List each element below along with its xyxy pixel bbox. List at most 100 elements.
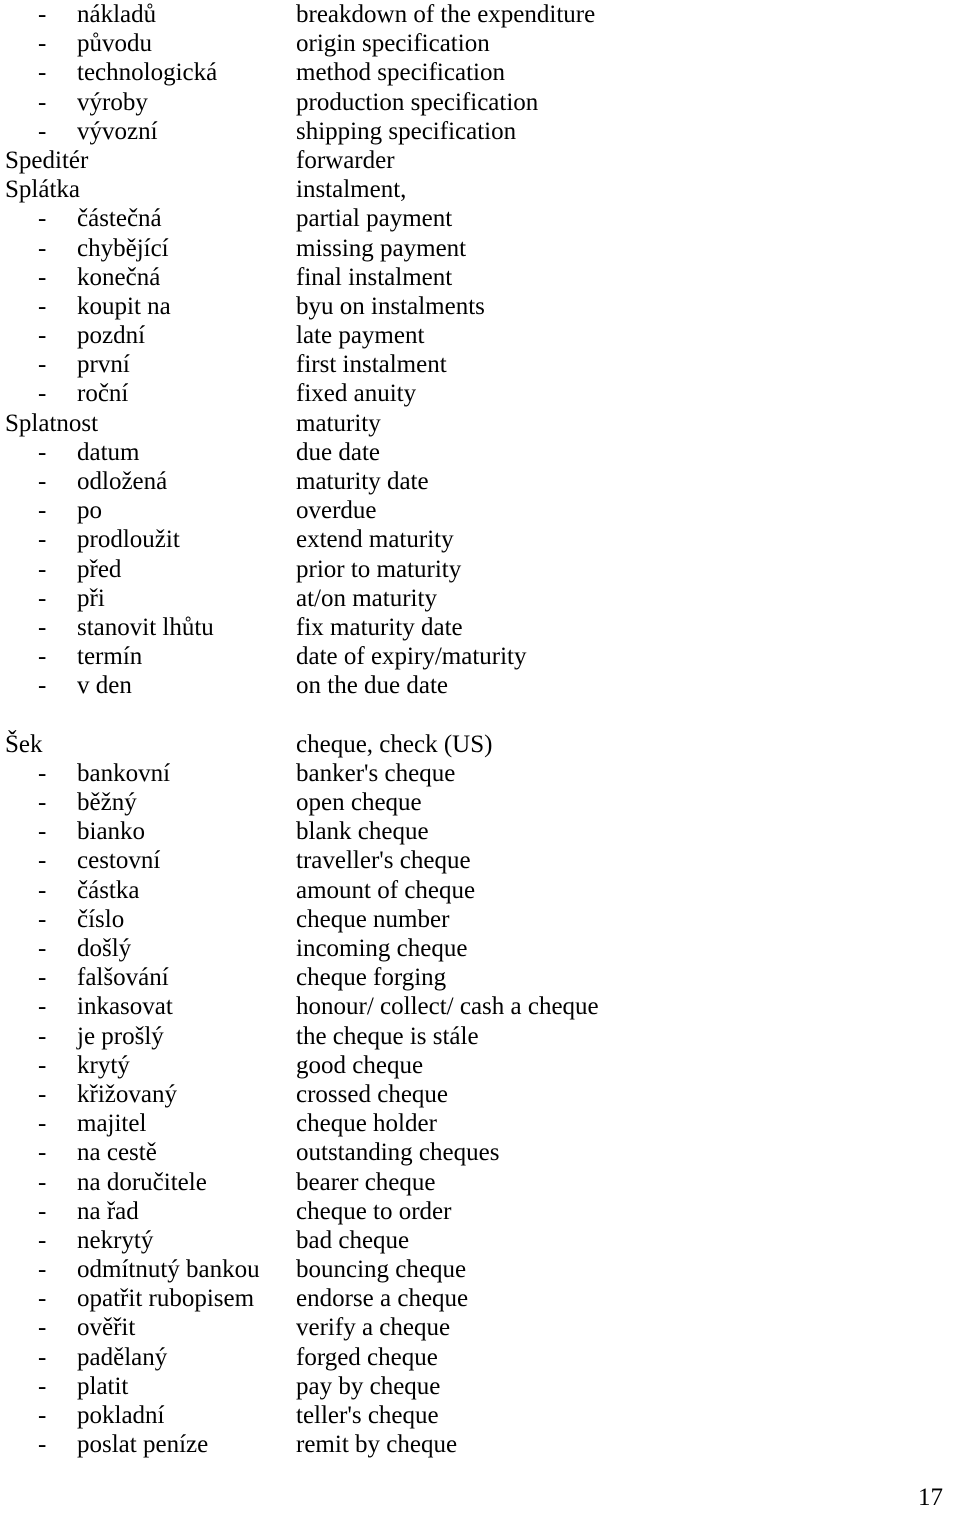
czech-term-cell: - na doručitele <box>0 1168 296 1197</box>
dash-bullet-icon: - <box>38 1110 47 1138</box>
dash-bullet-icon: - <box>38 59 47 87</box>
glossary-entry: - pokladní teller's cheque <box>0 1401 960 1430</box>
subentry-term: na cestě <box>77 1139 157 1167</box>
english-translation: bouncing cheque <box>296 1256 467 1284</box>
glossary-entry: - cestovní traveller's cheque <box>0 846 960 875</box>
english-translation: breakdown of the expenditure <box>296 1 596 28</box>
dash-bullet-icon: - <box>38 1343 47 1371</box>
czech-term-cell: - před <box>0 555 296 584</box>
dash-bullet-icon: - <box>38 438 47 466</box>
subentry-term: bankovní <box>77 759 171 787</box>
glossary-entry: - na doručitele bearer cheque <box>0 1168 960 1197</box>
dash-bullet-icon: - <box>38 876 47 904</box>
dash-bullet-icon: - <box>38 1372 47 1400</box>
dash-bullet-icon: - <box>38 526 47 554</box>
czech-term-cell: - roční <box>0 379 296 408</box>
subentry-term: falšování <box>77 964 169 992</box>
english-translation: honour/ collect/ cash a cheque <box>296 993 599 1021</box>
czech-term-cell: - částečná <box>0 204 296 233</box>
english-translation: due date <box>296 438 380 466</box>
subentry-term: bianko <box>77 818 146 846</box>
subentry-term: po <box>77 497 102 525</box>
czech-term-cell: - částka <box>0 876 296 905</box>
czech-term-cell: - při <box>0 584 296 613</box>
dash-bullet-icon: - <box>38 1051 47 1079</box>
dash-bullet-icon: - <box>38 1256 47 1284</box>
glossary-entry: - odložená maturity date <box>0 467 960 496</box>
dash-bullet-icon: - <box>38 1285 47 1313</box>
czech-term-cell: Speditér <box>0 146 296 175</box>
czech-term-cell: - křižovaný <box>0 1080 296 1109</box>
glossary-entry: - bankovní banker's cheque <box>0 759 960 788</box>
czech-term-cell: - bianko <box>0 817 296 846</box>
dash-bullet-icon: - <box>38 117 47 145</box>
dash-bullet-icon: - <box>38 1197 47 1225</box>
czech-term-cell: - ověřit <box>0 1313 296 1342</box>
headword-term: Splátka <box>5 176 80 204</box>
subentry-term: poslat peníze <box>77 1431 209 1459</box>
dash-bullet-icon: - <box>38 1402 47 1429</box>
dash-bullet-icon: - <box>38 672 47 700</box>
headword-term: Šek <box>5 730 43 758</box>
glossary-entry: - výroby production specification <box>0 88 960 117</box>
glossary-entry: - částka amount of cheque <box>0 876 960 905</box>
dash-bullet-icon: - <box>38 1431 47 1459</box>
czech-term-cell: - cestovní <box>0 846 296 875</box>
headword-term: Splatnost <box>5 409 99 437</box>
glossary-entry: - na cestě outstanding cheques <box>0 1138 960 1167</box>
english-translation: open cheque <box>296 789 422 817</box>
glossary-entry: - opatřit rubopisem endorse a cheque <box>0 1284 960 1313</box>
glossary-entry: - majitel cheque holder <box>0 1109 960 1138</box>
glossary-entry: - krytý good cheque <box>0 1051 960 1080</box>
english-translation: fix maturity date <box>296 613 463 641</box>
glossary-entry: - částečná partial payment <box>0 204 960 233</box>
english-translation: blank cheque <box>296 818 429 846</box>
english-translation: outstanding cheques <box>296 1139 500 1167</box>
glossary-entry: - číslo cheque number <box>0 905 960 934</box>
subentry-term: ověřit <box>77 1314 136 1342</box>
dash-bullet-icon: - <box>38 1 47 28</box>
english-translation: date of expiry/maturity <box>296 643 527 671</box>
english-translation: forwarder <box>296 146 395 174</box>
czech-term-cell: - stanovit lhůtu <box>0 613 296 642</box>
subentry-term: je prošlý <box>77 1022 164 1050</box>
subentry-term: číslo <box>77 905 125 933</box>
dash-bullet-icon: - <box>38 322 47 350</box>
czech-term-cell: - v den <box>0 671 296 700</box>
czech-term-cell: - běžný <box>0 788 296 817</box>
subentry-term: na doručitele <box>77 1168 207 1196</box>
czech-term-cell: - došlý <box>0 934 296 963</box>
czech-term-cell: - konečná <box>0 263 296 292</box>
dash-bullet-icon: - <box>38 935 47 962</box>
subentry-term: běžný <box>77 789 137 817</box>
dash-bullet-icon: - <box>38 643 47 671</box>
dash-bullet-icon: - <box>38 789 47 817</box>
english-translation: byu on instalments <box>296 292 485 320</box>
subentry-term: cestovní <box>77 847 161 875</box>
czech-term-cell: - datum <box>0 438 296 467</box>
czech-term-cell: - opatřit rubopisem <box>0 1284 296 1313</box>
glossary-entry: - chybějící missing payment <box>0 234 960 263</box>
czech-term-cell: - první <box>0 350 296 379</box>
dash-bullet-icon: - <box>38 468 47 495</box>
subentry-term: nekrytý <box>77 1226 154 1254</box>
english-translation: verify a cheque <box>296 1314 451 1342</box>
glossary-entry: - technologická method specification <box>0 58 960 87</box>
subentry-term: částka <box>77 876 140 904</box>
dash-bullet-icon: - <box>38 1139 47 1167</box>
czech-term-cell: - nekrytý <box>0 1226 296 1255</box>
english-translation: incoming cheque <box>296 935 468 962</box>
subentry-term: křižovaný <box>77 1080 177 1108</box>
subentry-term: padělaný <box>77 1343 168 1371</box>
document-page: - nákladů breakdown of the expenditure - pův… <box>0 0 960 1521</box>
subentry-term: chybějící <box>77 234 169 262</box>
glossary-entry: - roční fixed anuity <box>0 379 960 408</box>
czech-term-cell: - krytý <box>0 1051 296 1080</box>
glossary-entry: - pozdní late payment <box>0 321 960 350</box>
english-translation: bearer cheque <box>296 1168 436 1196</box>
dash-bullet-icon: - <box>38 88 47 116</box>
subentry-term: inkasovat <box>77 993 173 1021</box>
subentry-term: částečná <box>77 205 162 233</box>
czech-term-cell: Šek <box>0 730 296 759</box>
